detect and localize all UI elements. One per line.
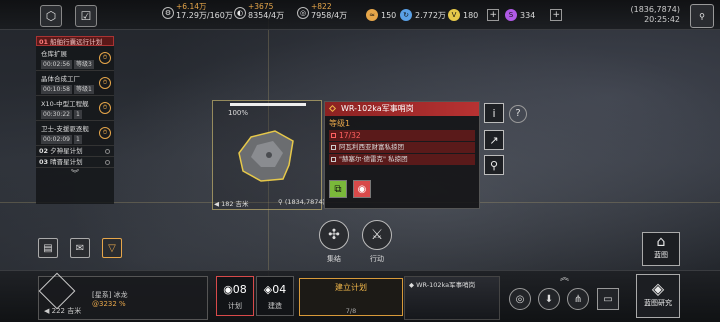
target-level: 等级1 (329, 119, 351, 128)
asteroid-outpost-icon (238, 130, 294, 182)
coord-time: (1836,7874) 20:25:42 (630, 5, 680, 24)
target-preview[interactable]: ◆ WR-102ka军事哨岗 (404, 276, 500, 320)
folder-icon[interactable]: ▭ (597, 288, 619, 310)
move-button[interactable]: ⚔ (362, 220, 392, 250)
target-hp-percent: 100% (228, 109, 249, 117)
move-label: 行动 (370, 255, 384, 263)
help-icon[interactable]: ? (509, 105, 527, 123)
gem-icon: S (505, 9, 517, 21)
target-coord: ⚲ (1834,7874) (278, 198, 326, 206)
diamond-icon (328, 104, 337, 113)
energy-icon: ≈ (366, 9, 378, 21)
fleet-hex-icon[interactable]: ⬡ (40, 5, 62, 27)
task-panel: 01 船舶行囊远行计划 仓库扩展 00:02:56 等级3 ⏱ 晶体合成工厂 00… (36, 36, 114, 204)
plan-item[interactable]: 03 晴晋星计划 (36, 157, 114, 168)
task-item[interactable]: 仓库扩展 00:02:56 等级3 ⏱ (36, 46, 114, 71)
attack-icon[interactable]: ◉ (353, 180, 371, 198)
mail-icon[interactable]: ✉ (70, 238, 90, 258)
add-gold-button[interactable]: + (487, 9, 500, 21)
blueprint-button[interactable]: ⌂ 蓝图 (642, 232, 680, 266)
refresh-icon: ↻ (400, 9, 412, 21)
target-count: 17/32 (329, 130, 475, 141)
crystal-icon: ◐ (234, 7, 246, 19)
guild-icon (331, 157, 336, 162)
target-info-panel: WR-102ka军事哨岗 等级1 17/32 阿瓦利西亚财富私掠团 "赫塞尔·德… (324, 101, 480, 209)
resource-gold[interactable]: V 180 + (448, 7, 500, 23)
plan-item[interactable]: 02 夕神星计划 (36, 146, 114, 157)
collapse-up-icon[interactable]: ︽ (560, 270, 569, 283)
target-guild: "赫塞尔·德雷克" 私掠团 (329, 154, 475, 165)
task-header[interactable]: 01 船舶行囊远行计划 (36, 36, 114, 46)
player-tag: [星系] 冰龙 (92, 291, 128, 299)
bookmark-icon[interactable]: ⚲ (484, 155, 504, 175)
resource-refresh[interactable]: ↻ 2.772万 (400, 7, 446, 23)
gather-button[interactable]: ✣ (319, 220, 349, 250)
player-distance: ◀ 222 吉米 (44, 307, 82, 315)
report-icon[interactable]: ▤ (38, 238, 58, 258)
resource-energy[interactable]: ≈ 150 (366, 7, 396, 23)
mission-check-icon[interactable]: ☑ (75, 5, 97, 27)
fleet-icon[interactable]: ⋔ (567, 288, 589, 310)
gather-label: 集结 (327, 255, 341, 263)
target-distance: ◀ 182 吉米 (214, 200, 249, 208)
alliance-icon[interactable]: ▽ (102, 238, 122, 258)
warning-icon (331, 133, 336, 138)
player-power: @3232 % (92, 300, 126, 308)
speedup-icon[interactable]: ⏱ (99, 52, 111, 64)
task-item[interactable]: 晶体合成工厂 00:10:58 等级1 ⏱ (36, 71, 114, 96)
target-owner: 阿瓦利西亚财富私掠团 (329, 142, 475, 153)
gas-icon: ◎ (297, 7, 309, 19)
gold-coin-icon: V (448, 9, 460, 21)
task-item[interactable]: X10-中型工程舰 00:30:22 1 ⏱ (36, 96, 114, 121)
resource-metal: ⚙ +6.14万 17.29万/160万 (162, 2, 233, 20)
speedup-icon[interactable]: ⏱ (99, 127, 111, 139)
flag-icon (331, 145, 336, 150)
copy-icon[interactable]: ⧉ (329, 180, 347, 198)
bookmark-icon[interactable]: ⚲ (690, 4, 714, 28)
blueprint-icon: ⌂ (656, 234, 666, 250)
metal-icon: ⚙ (162, 7, 174, 19)
download-icon[interactable]: ⬇ (538, 288, 560, 310)
build-counter[interactable]: ◈04 建造 (256, 276, 294, 316)
radar-icon[interactable]: ◎ (509, 288, 531, 310)
build-plan-button[interactable]: 建立计划 7/8 (299, 278, 403, 316)
research-icon: ◈ (651, 279, 665, 298)
share-icon[interactable]: ↗ (484, 130, 504, 150)
speedup-icon[interactable]: ⏱ (99, 77, 111, 89)
target-title: WR-102ka军事哨岗 (325, 102, 479, 116)
top-bar: ⬡ ☑ ⚙ +6.14万 17.29万/160万 ◐ +3675 8354/4万… (0, 0, 720, 30)
add-gem-button[interactable]: + (550, 9, 563, 21)
task-item[interactable]: 卫士-支援驱逐舰 00:02:09 1 ⏱ (36, 121, 114, 146)
speedup-icon[interactable]: ⏱ (99, 102, 111, 114)
target-hp-bar (230, 103, 306, 106)
resource-crystal: ◐ +3675 8354/4万 (234, 2, 284, 20)
blueprint-research-button[interactable]: ◈ 蓝图研究 (636, 274, 680, 318)
expand-chevron-icon[interactable]: ︾ (36, 168, 114, 179)
info-icon[interactable]: i (484, 103, 504, 123)
resource-gem[interactable]: S 334 + (505, 7, 563, 23)
resource-gas: ◎ +822 7958/4万 (297, 2, 347, 20)
plan-counter[interactable]: ◉08 计划 (216, 276, 254, 316)
